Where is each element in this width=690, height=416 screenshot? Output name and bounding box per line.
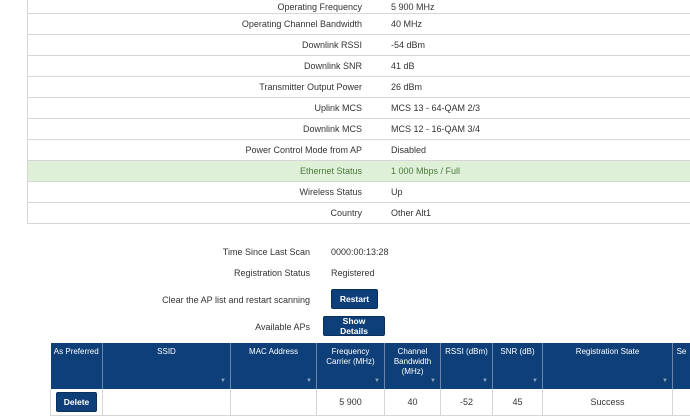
status-row: Uplink MCSMCS 13 - 64-QAM 2/3	[28, 98, 690, 119]
column-header[interactable]: SSID ▼	[103, 343, 231, 389]
column-header-label: SSID	[157, 347, 176, 356]
status-row: Ethernet Status1 000 Mbps / Full	[28, 161, 690, 182]
delete-button[interactable]: Delete	[56, 392, 98, 412]
bandwidth-cell: 40	[385, 389, 441, 416]
as-preferred-cell: Delete	[51, 389, 103, 416]
snr-cell: 45	[493, 389, 543, 416]
mac-cell	[231, 389, 317, 416]
status-label: Country	[28, 208, 372, 218]
column-header-label: SNR (dB)	[500, 347, 534, 356]
registration-status-value: Registered	[331, 268, 375, 278]
column-header[interactable]: As Preferred	[51, 343, 103, 389]
column-header[interactable]: Frequency Carrier (MHz)▼	[317, 343, 385, 389]
column-header-label: Se	[677, 347, 687, 356]
column-header[interactable]: Se	[673, 343, 690, 389]
registration-state-cell: Success	[543, 389, 673, 416]
status-row: Transmitter Output Power26 dBm	[28, 77, 690, 98]
available-aps-table: As PreferredSSID▼MAC Address▼Frequency C…	[50, 343, 690, 416]
status-row: Downlink RSSI-54 dBm	[28, 35, 690, 56]
column-header-label: Channel Bandwidth (MHz)	[394, 347, 431, 376]
status-label: Ethernet Status	[28, 166, 372, 176]
column-header[interactable]: SNR (dB) ▼	[493, 343, 543, 389]
status-row: Operating Frequency5 900 MHz	[28, 0, 690, 14]
rssi-cell: -52	[441, 389, 493, 416]
status-value: Up	[372, 187, 403, 197]
column-header-label: Frequency Carrier (MHz)	[326, 347, 374, 366]
ssid-cell	[103, 389, 231, 416]
status-row: Wireless StatusUp	[28, 182, 690, 203]
sort-icon[interactable]: ▼	[662, 376, 668, 386]
status-value: -54 dBm	[372, 40, 425, 50]
status-row: Operating Channel Bandwidth40 MHz	[28, 14, 690, 35]
status-label: Operating Frequency	[28, 2, 372, 12]
column-header-label: RSSI (dBm)	[445, 347, 488, 356]
sort-icon[interactable]: ▼	[306, 376, 312, 386]
show-details-button[interactable]: Show Details	[323, 316, 385, 336]
restart-button[interactable]: Restart	[331, 289, 378, 309]
status-value: 41 dB	[372, 61, 415, 71]
status-row: Power Control Mode from APDisabled	[28, 140, 690, 161]
status-value: 40 MHz	[372, 19, 422, 29]
status-row: Downlink SNR41 dB	[28, 56, 690, 77]
column-header-label: Registration State	[576, 347, 640, 356]
status-label: Downlink SNR	[28, 61, 372, 71]
column-header[interactable]: RSSI (dBm) ▼	[441, 343, 493, 389]
status-value: 1 000 Mbps / Full	[372, 166, 460, 176]
available-aps-label: Available APs	[255, 322, 310, 332]
status-row: Downlink MCSMCS 12 - 16-QAM 3/4	[28, 119, 690, 140]
column-header[interactable]: Channel Bandwidth (MHz)▼	[385, 343, 441, 389]
registration-status-label: Registration Status	[234, 268, 310, 278]
column-header-label: As Preferred	[54, 347, 99, 356]
sort-icon[interactable]: ▼	[220, 376, 226, 386]
status-label: Downlink MCS	[28, 124, 372, 134]
status-label: Downlink RSSI	[28, 40, 372, 50]
extra-cell	[673, 389, 690, 416]
status-row: CountryOther Alt1	[28, 203, 690, 224]
status-value: 26 dBm	[372, 82, 422, 92]
status-table: Operating Frequency5 900 MHzOperating Ch…	[27, 0, 690, 224]
sort-icon[interactable]: ▼	[532, 376, 538, 386]
status-value: Other Alt1	[372, 208, 431, 218]
sort-icon[interactable]: ▼	[482, 376, 488, 386]
time-since-scan-value: 0000:00:13:28	[331, 247, 389, 257]
status-value: MCS 13 - 64-QAM 2/3	[372, 103, 480, 113]
status-label: Power Control Mode from AP	[28, 145, 372, 155]
column-header[interactable]: Registration State ▼	[543, 343, 673, 389]
status-value: Disabled	[372, 145, 426, 155]
status-label: Wireless Status	[28, 187, 372, 197]
status-label: Uplink MCS	[28, 103, 372, 113]
frequency-cell: 5 900	[317, 389, 385, 416]
column-header-label: MAC Address	[249, 347, 298, 356]
status-label: Transmitter Output Power	[28, 82, 372, 92]
time-since-scan-label: Time Since Last Scan	[223, 247, 310, 257]
column-header[interactable]: MAC Address ▼	[231, 343, 317, 389]
restart-scan-label: Clear the AP list and restart scanning	[162, 295, 310, 305]
sort-icon[interactable]: ▼	[430, 376, 436, 386]
status-value: MCS 12 - 16-QAM 3/4	[372, 124, 480, 134]
table-header-row: As PreferredSSID▼MAC Address▼Frequency C…	[51, 343, 690, 389]
status-label: Operating Channel Bandwidth	[28, 19, 372, 29]
status-value: 5 900 MHz	[372, 2, 435, 12]
table-row: Delete 5 900 40 -52 45 Success	[51, 389, 690, 416]
sort-icon[interactable]: ▼	[374, 376, 380, 386]
